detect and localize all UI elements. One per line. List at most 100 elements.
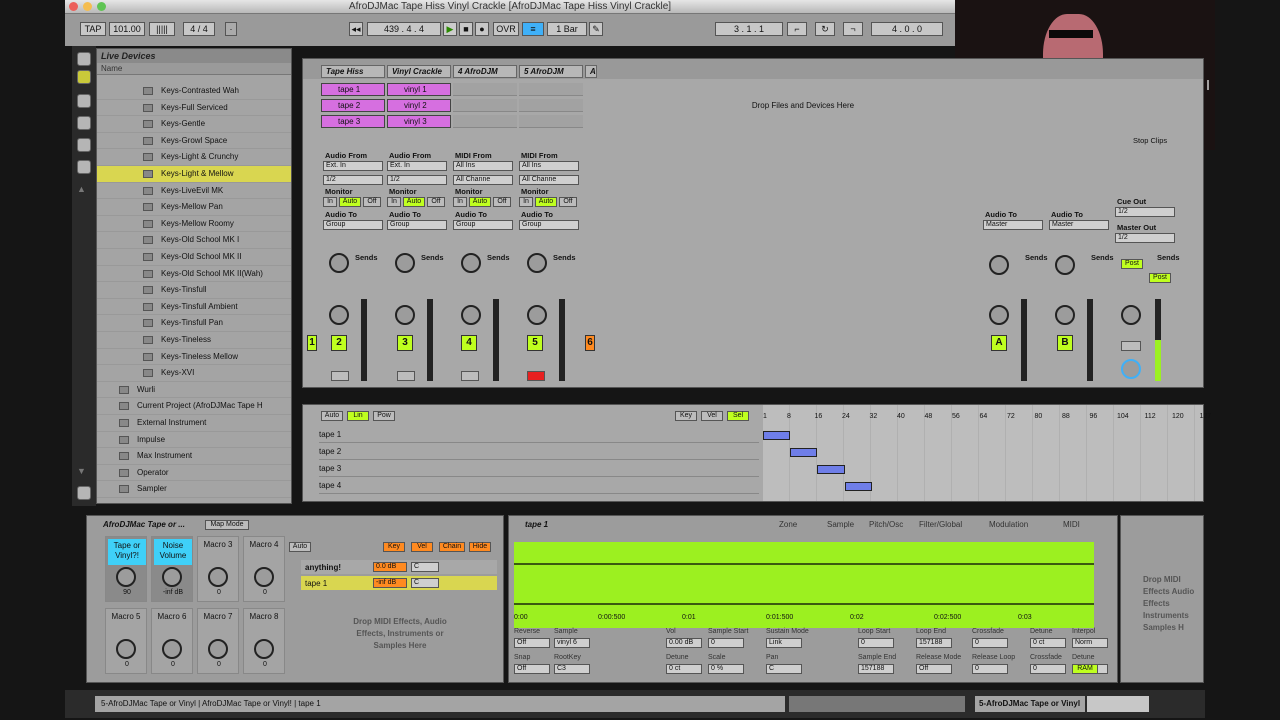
empty-clip-slot[interactable] (519, 115, 583, 128)
browser-item[interactable]: Keys-Tinsfull Pan (97, 315, 291, 332)
browser-item[interactable]: Keys-Old School MK II (97, 249, 291, 266)
send-a-knob[interactable] (1055, 255, 1075, 275)
track-title-a[interactable]: A (585, 65, 597, 78)
param-value[interactable]: Off (916, 664, 952, 674)
pan-knob[interactable] (461, 305, 481, 325)
zone-track[interactable]: tape 4 (319, 478, 759, 494)
browser-item[interactable]: Max Instrument (97, 448, 291, 465)
browser-item[interactable]: Keys-Growl Space (97, 133, 291, 150)
monitor-in-button[interactable]: In (453, 197, 467, 207)
loop-start-field[interactable]: 3 . 1 . 1 (715, 22, 783, 36)
browser-item[interactable]: Keys-Mellow Roomy (97, 216, 291, 233)
macro-dial[interactable] (162, 639, 182, 659)
track-activator[interactable]: 4 (461, 335, 477, 351)
browser-item[interactable]: Keys-Gentle (97, 116, 291, 133)
monitor-off-button[interactable]: Off (363, 197, 381, 207)
input-channel-select[interactable]: All Channe (519, 175, 579, 185)
sampler-tab[interactable]: MIDI (1063, 520, 1080, 529)
empty-clip-slot[interactable] (453, 99, 517, 112)
master-out-select[interactable]: 1/2 (1115, 233, 1175, 243)
send-a-knob[interactable] (527, 253, 547, 273)
browser-item[interactable]: Keys-Tinsfull (97, 282, 291, 299)
vel-zone-button[interactable]: Vel (411, 542, 433, 552)
macro-knob[interactable]: Macro 5 0 (105, 608, 147, 674)
folder-icon-4[interactable] (77, 160, 91, 174)
input-channel-select[interactable]: 1/2 (323, 175, 383, 185)
browser-item[interactable]: External Instrument (97, 415, 291, 432)
browser-item[interactable]: Keys-LiveEvil MK (97, 183, 291, 200)
folder-icon-3[interactable] (77, 138, 91, 152)
empty-clip-slot[interactable] (519, 83, 583, 96)
track-title-4[interactable]: 4 AfroDJM (453, 65, 517, 78)
pan-knob[interactable] (989, 305, 1009, 325)
output-select[interactable]: Group (323, 220, 383, 230)
loop-length-field[interactable]: 4 . 0 . 0 (871, 22, 943, 36)
output-select[interactable]: Group (519, 220, 579, 230)
sampler-tab[interactable]: Sample (827, 520, 854, 529)
monitor-auto-button[interactable]: Auto (339, 197, 361, 207)
chain-zone-button[interactable]: Chain (439, 542, 465, 552)
browser-item[interactable]: Keys-Tineless Mellow (97, 349, 291, 366)
monitor-off-button[interactable]: Off (427, 197, 445, 207)
param-value[interactable]: 0 (972, 638, 1008, 648)
browser-item[interactable]: Sampler (97, 481, 291, 498)
zone-track[interactable]: tape 2 (319, 444, 759, 460)
param-value[interactable]: 0 % (708, 664, 744, 674)
param-value[interactable]: 0 (1030, 664, 1066, 674)
monitor-auto-button[interactable]: Auto (535, 197, 557, 207)
browser-item[interactable]: Keys-Tinsfull Ambient (97, 299, 291, 316)
browser-item[interactable]: Keys-Contrasted Wah (97, 83, 291, 100)
browser-item[interactable]: Current Project (AfroDJMac Tape H (97, 398, 291, 415)
hide-button[interactable]: Hide (469, 542, 491, 552)
chain-row[interactable]: anything! 0.0 dB C (301, 560, 497, 574)
output-select[interactable]: Master (1049, 220, 1109, 230)
param-value[interactable]: 0 (972, 664, 1008, 674)
browser-item[interactable]: Impulse (97, 432, 291, 449)
macro-knob[interactable]: Macro 8 0 (243, 608, 285, 674)
arm-button[interactable] (461, 371, 479, 381)
param-value[interactable]: 157188 (858, 664, 894, 674)
browser-item[interactable]: Keys-Light & Mellow (97, 166, 291, 183)
macro-dial[interactable] (116, 639, 136, 659)
key-zone-bar[interactable] (844, 482, 872, 491)
send-a-knob[interactable] (395, 253, 415, 273)
map-mode-button[interactable]: Map Mode (205, 520, 249, 530)
browser-item[interactable]: Keys-Tineless (97, 332, 291, 349)
return-b-activator[interactable]: B (1057, 335, 1073, 351)
plugin-browser-icon[interactable] (77, 70, 91, 84)
input-type-select[interactable]: All Ins (453, 161, 513, 171)
master-pan-knob[interactable] (1121, 305, 1141, 325)
param-value[interactable]: 0.00 dB (666, 638, 702, 648)
macro-dial[interactable] (116, 567, 136, 587)
track-title-tape-hiss[interactable]: Tape Hiss (321, 65, 385, 78)
macro-dial[interactable] (162, 567, 182, 587)
browser-item[interactable]: Keys-XVI (97, 365, 291, 382)
monitor-in-button[interactable]: In (323, 197, 337, 207)
macro-knob[interactable]: Noise Volume -inf dB (151, 536, 193, 602)
macro-knob[interactable]: Macro 7 0 (197, 608, 239, 674)
record-icon[interactable]: ● (475, 22, 489, 36)
hot-swap-icon[interactable] (77, 486, 91, 500)
auto-button[interactable]: Auto (321, 411, 343, 421)
stop-icon[interactable]: ■ (459, 22, 473, 36)
lin-button[interactable]: Lin (347, 411, 369, 421)
browser-item[interactable]: Keys-Light & Crunchy (97, 149, 291, 166)
chain-row[interactable]: tape 1 -inf dB C (301, 576, 497, 590)
monitor-off-button[interactable]: Off (559, 197, 577, 207)
overdub-button[interactable]: OVR (493, 22, 519, 36)
chain-pan[interactable]: C (411, 562, 439, 572)
macro-dial[interactable] (208, 639, 228, 659)
key-zone-button[interactable]: Key (383, 542, 405, 552)
back-icon[interactable]: ◂◂ (349, 22, 363, 36)
loop-switch-icon[interactable]: ↻ (815, 22, 835, 36)
cue-volume-knob[interactable] (1121, 359, 1141, 379)
device-browser-icon[interactable] (77, 52, 91, 66)
tempo-field[interactable]: 101.00 (109, 22, 145, 36)
input-channel-select[interactable]: 1/2 (387, 175, 447, 185)
chain-pan[interactable]: C (411, 578, 439, 588)
key-zone-bar[interactable] (763, 431, 791, 440)
track-activator[interactable]: 5 (527, 335, 543, 351)
macro-dial[interactable] (208, 567, 228, 587)
track-title-vinyl-crackle[interactable]: Vinyl Crackle (387, 65, 451, 78)
input-type-select[interactable]: Ext. In (323, 161, 383, 171)
